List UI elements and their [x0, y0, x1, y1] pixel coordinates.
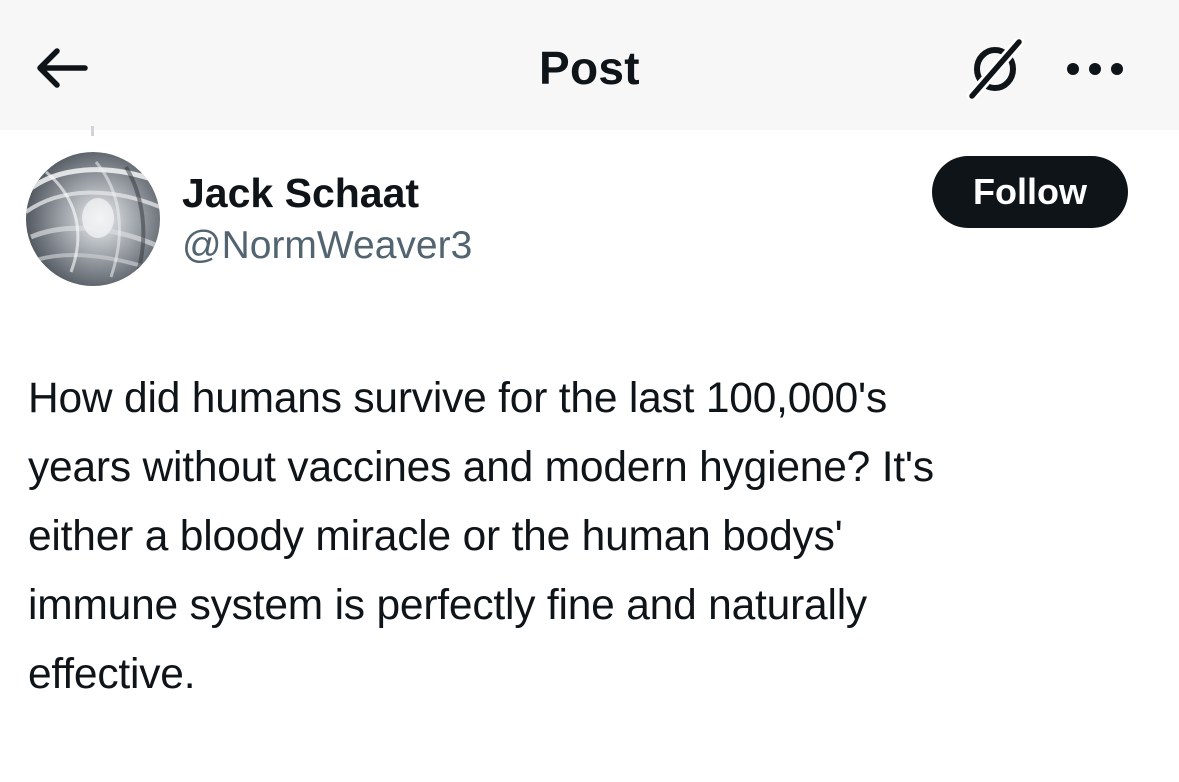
grok-button[interactable] — [962, 38, 1030, 100]
more-horizontal-icon — [1067, 63, 1123, 75]
post-text: How did humans survive for the last 100,… — [28, 375, 934, 698]
top-bar: Post — [0, 0, 1179, 130]
avatar-image — [26, 152, 160, 286]
follow-button[interactable]: Follow — [932, 156, 1128, 228]
author-display-name[interactable]: Jack Schaat — [182, 168, 419, 218]
more-options-button[interactable] — [1060, 44, 1130, 94]
divider-mark — [91, 126, 94, 136]
grok-slash-icon — [966, 38, 1025, 100]
author-handle[interactable]: @NormWeaver3 — [182, 222, 472, 270]
avatar[interactable] — [26, 152, 160, 286]
